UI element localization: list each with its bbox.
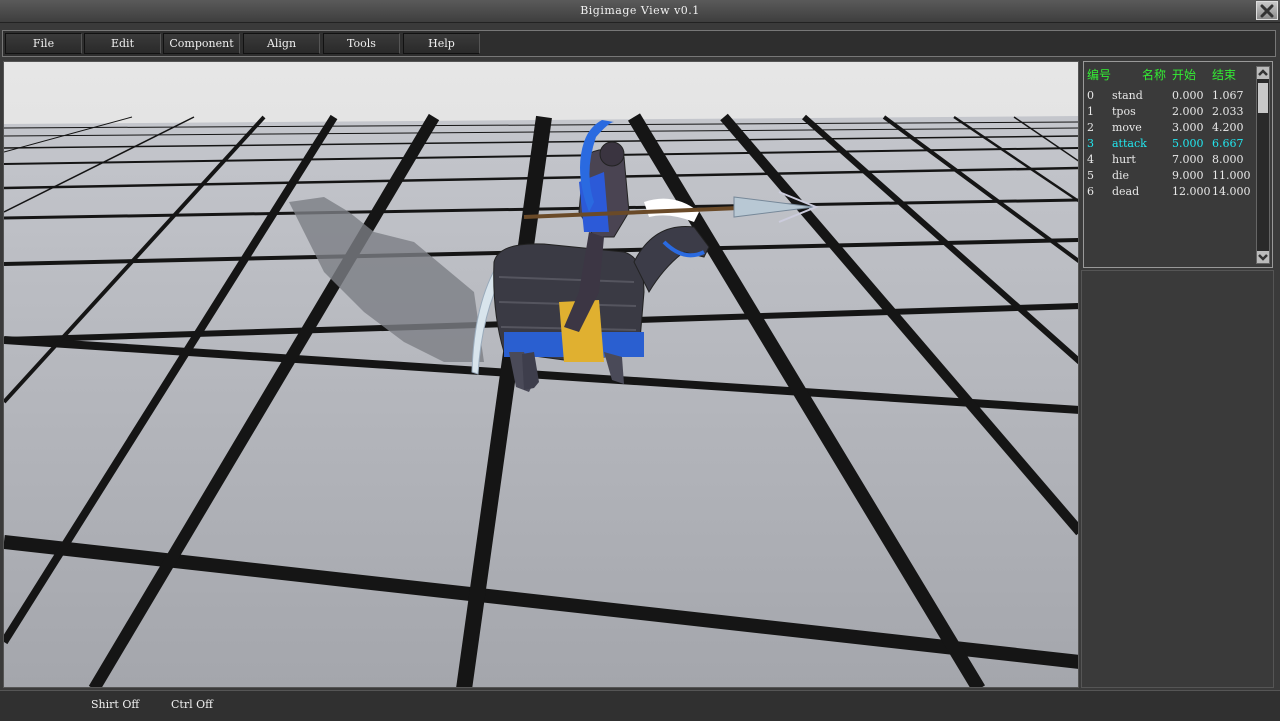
close-icon [1260, 4, 1274, 17]
animation-row-stand[interactable]: 0 stand 0.000 1.067 [1084, 89, 1254, 105]
properties-panel [1081, 270, 1274, 688]
window-title: Bigimage View v0.1 [580, 4, 700, 17]
row-start: 2.000 [1172, 105, 1204, 118]
row-end: 8.000 [1212, 153, 1244, 166]
row-end: 2.033 [1212, 105, 1244, 118]
row-id: 4 [1087, 153, 1094, 166]
animation-row-attack[interactable]: 3 attack 5.000 6.667 [1084, 137, 1254, 153]
row-end: 4.200 [1212, 121, 1244, 134]
menu-component[interactable]: Component [163, 33, 240, 54]
chevron-up-icon [1258, 69, 1268, 76]
close-button[interactable] [1256, 1, 1278, 20]
animation-row-hurt[interactable]: 4 hurt 7.000 8.000 [1084, 153, 1254, 169]
row-name: dead [1112, 185, 1140, 198]
row-name: move [1112, 121, 1142, 134]
menu-tools[interactable]: Tools [323, 33, 400, 54]
row-name: hurt [1112, 153, 1136, 166]
title-bar: Bigimage View v0.1 [0, 0, 1280, 23]
row-id: 5 [1087, 169, 1094, 182]
scroll-up-button[interactable] [1257, 67, 1269, 79]
row-start: 9.000 [1172, 169, 1204, 182]
row-id: 1 [1087, 105, 1094, 118]
menu-help[interactable]: Help [403, 33, 480, 54]
scroll-thumb[interactable] [1258, 83, 1268, 113]
header-end: 结束 [1212, 68, 1237, 82]
animation-row-tpos[interactable]: 1 tpos 2.000 2.033 [1084, 105, 1254, 121]
row-start: 12.000 [1172, 185, 1211, 198]
status-bar: Shirt Off Ctrl Off [0, 690, 1280, 721]
ctrl-status: Ctrl Off [171, 698, 213, 711]
menu-bar: File Edit Component Align Tools Help [2, 30, 1276, 57]
header-name: 名称 [1142, 68, 1167, 82]
row-start: 0.000 [1172, 89, 1204, 102]
shift-status: Shirt Off [91, 698, 140, 711]
animation-list-panel: 编号 名称 开始 结束 0 stand 0.000 1.067 1 tpos 2… [1083, 61, 1273, 268]
animation-list-header: 编号 名称 开始 结束 [1084, 66, 1254, 82]
row-id: 3 [1087, 137, 1094, 150]
animation-list-scrollbar[interactable] [1256, 66, 1270, 264]
row-end: 14.000 [1212, 185, 1251, 198]
row-start: 7.000 [1172, 153, 1204, 166]
menu-edit[interactable]: Edit [84, 33, 161, 54]
row-end: 1.067 [1212, 89, 1244, 102]
header-start: 开始 [1172, 68, 1197, 82]
menu-align[interactable]: Align [243, 33, 320, 54]
row-id: 6 [1087, 185, 1094, 198]
row-end: 11.000 [1212, 169, 1251, 182]
row-name: attack [1112, 137, 1147, 150]
3d-viewport[interactable] [3, 61, 1079, 688]
header-id: 编号 [1087, 68, 1112, 82]
animation-row-dead[interactable]: 6 dead 12.000 14.000 [1084, 185, 1254, 201]
row-start: 3.000 [1172, 121, 1204, 134]
row-name: tpos [1112, 105, 1136, 118]
row-id: 0 [1087, 89, 1094, 102]
row-name: die [1112, 169, 1130, 182]
row-end: 6.667 [1212, 137, 1244, 150]
viewport-scene [4, 62, 1078, 687]
chevron-down-icon [1258, 254, 1268, 261]
row-start: 5.000 [1172, 137, 1204, 150]
row-name: stand [1112, 89, 1143, 102]
row-id: 2 [1087, 121, 1094, 134]
animation-row-die[interactable]: 5 die 9.000 11.000 [1084, 169, 1254, 185]
animation-row-move[interactable]: 2 move 3.000 4.200 [1084, 121, 1254, 137]
menu-file[interactable]: File [5, 33, 82, 54]
scroll-down-button[interactable] [1257, 251, 1269, 263]
